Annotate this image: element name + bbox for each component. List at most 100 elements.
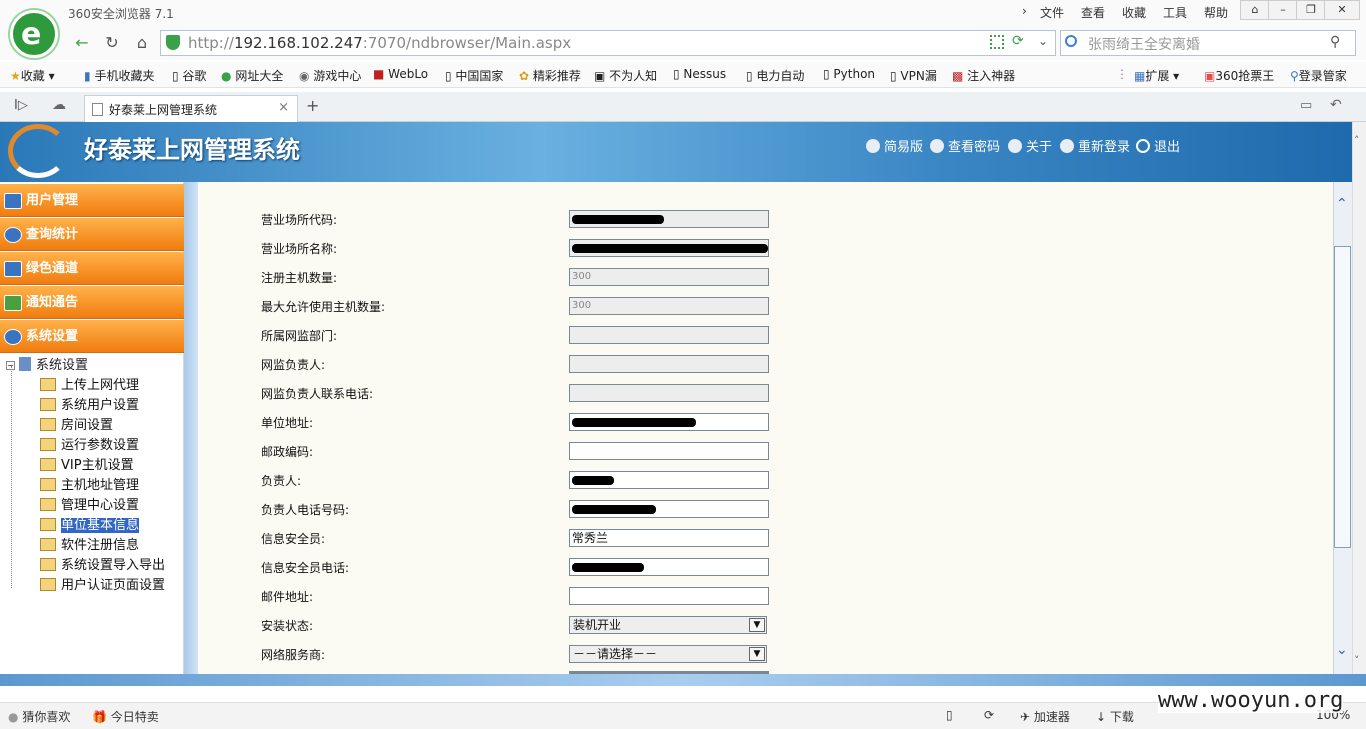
menu-file[interactable]: 文件 [1040, 4, 1064, 21]
page-scrollbar[interactable] [1352, 122, 1366, 674]
chevron-right-icon[interactable]: › [1022, 4, 1027, 18]
home-icon[interactable]: ⌂ [130, 32, 154, 54]
bookmark-more[interactable]: ⋮ [1116, 67, 1128, 81]
accelerator-button[interactable]: ✈ 加速器 [1020, 708, 1070, 725]
page-scroll-down-icon[interactable]: ˅ [1354, 654, 1360, 667]
search-text[interactable]: 张雨绮王全安离婚 [1088, 34, 1200, 54]
nav-user-management[interactable]: 用户管理 [0, 184, 184, 217]
bookmark-power[interactable]: ▯ 电力自动 [746, 67, 804, 84]
bookmark-vpn[interactable]: ▯ VPN漏 [890, 67, 937, 84]
bookmark-favorites[interactable]: ★收藏 ▾ [10, 67, 55, 84]
bookmark-china[interactable]: ▯ 中国国家 [445, 67, 503, 84]
sync-icon[interactable]: ⟳ [984, 708, 994, 722]
bookmark-hao[interactable]: ● 网址大全 [221, 67, 283, 84]
menu-favorites[interactable]: 收藏 [1122, 4, 1146, 21]
skin-button[interactable]: ⌂ [1240, 0, 1270, 20]
chevron-down-icon[interactable]: ▼ [749, 618, 765, 632]
nav-notices[interactable]: 通知通告 [0, 286, 184, 319]
tree-item-mgmt-center[interactable]: 管理中心设置 [40, 496, 139, 516]
bookmark-inject[interactable]: ▩ 注入神器 [952, 67, 1015, 84]
chevron-down-icon[interactable]: ⌄ [1038, 34, 1048, 48]
collapse-icon[interactable]: − [6, 361, 15, 370]
ticket-button[interactable]: ▣360抢票王 [1204, 67, 1274, 84]
url-text[interactable]: http://192.168.102.247:7070/ndbrowser/Ma… [188, 34, 571, 52]
refresh-icon[interactable]: ↻ [100, 32, 124, 54]
guess-you-like-link[interactable]: ● 猜你喜欢 [8, 708, 70, 725]
about-link[interactable]: 关于 [1008, 136, 1052, 155]
menu-help[interactable]: 帮助 [1204, 4, 1228, 21]
tree-item-host-address[interactable]: 主机地址管理 [40, 476, 139, 496]
folder-icon [40, 438, 56, 451]
splitter[interactable] [184, 182, 198, 674]
speed-mode-icon[interactable]: ⟳ [1012, 33, 1024, 49]
mobile-icon[interactable]: ▯ [946, 708, 953, 722]
relogin-link[interactable]: 重新登录 [1060, 136, 1130, 155]
extensions-button[interactable]: ▦扩展 ▾ [1134, 67, 1179, 84]
bookmark-python[interactable]: ▯ Python [823, 67, 875, 81]
scroll-up-icon[interactable]: ⌃ [1336, 196, 1348, 212]
tree-item-auth-page[interactable]: 用户认证页面设置 [40, 576, 165, 596]
tree-item-upload-proxy[interactable]: 上传上网代理 [40, 376, 139, 396]
close-button[interactable]: ✕ [1324, 0, 1360, 20]
page-scroll-up-icon[interactable]: ˄ [1354, 134, 1360, 147]
bookmark-mobile[interactable]: ▮ 手机收藏夹 [84, 67, 154, 84]
undo-icon[interactable]: ↶ [1330, 97, 1342, 113]
qrcode-icon[interactable] [990, 35, 1004, 49]
key-icon [930, 139, 944, 153]
download-button[interactable]: ↓ 下载 [1096, 708, 1134, 725]
view-password-link[interactable]: 查看密码 [930, 136, 1000, 155]
address-input[interactable] [569, 413, 769, 431]
isp-select[interactable]: －－请选择－－ ▼ [569, 645, 767, 663]
menu-tools[interactable]: 工具 [1163, 4, 1187, 21]
responsible-phone-input[interactable] [569, 500, 769, 518]
security-officer-input[interactable]: 常秀兰 [569, 529, 769, 547]
menu-view[interactable]: 查看 [1081, 4, 1105, 21]
label-max-hosts: 最大允许使用主机数量: [261, 300, 386, 314]
scrollbar-thumb[interactable] [1334, 246, 1351, 548]
tree-root[interactable]: − 系统设置 [6, 356, 88, 376]
nav-query-stats[interactable]: 查询统计 [0, 218, 184, 251]
install-status-select[interactable]: 装机开业 ▼ [569, 616, 767, 634]
tab-active[interactable]: 好泰莱上网管理系统 × [84, 95, 298, 122]
tree-item-vip-hosts[interactable]: VIP主机设置 [40, 456, 134, 476]
postcode-input[interactable] [569, 442, 769, 460]
tree-item-system-users[interactable]: 系统用户设置 [40, 396, 139, 416]
login-manager-button[interactable]: ⚲登录管家 [1290, 67, 1347, 84]
minimize-button[interactable]: – [1268, 0, 1298, 20]
new-tab-button[interactable]: + [306, 96, 319, 115]
maximize-button[interactable]: ❐ [1296, 0, 1326, 20]
back-icon[interactable]: ← [70, 32, 94, 54]
email-input[interactable] [569, 587, 769, 605]
security-officer-phone-input[interactable] [569, 558, 769, 576]
bookmark-google[interactable]: ▯ 谷歌 [172, 67, 206, 84]
tree-item-run-params[interactable]: 运行参数设置 [40, 436, 139, 456]
bookmark-unknown[interactable]: ▣ 不为人知 [594, 67, 657, 84]
folder-icon [40, 498, 56, 511]
bookmark-games[interactable]: ◉ 游戏中心 [299, 67, 361, 84]
simple-mode-link[interactable]: 简易版 [866, 136, 923, 155]
supervisor-phone-field [569, 384, 769, 402]
tree-item-import-export[interactable]: 系统设置导入导出 [40, 556, 165, 576]
tree-item-registration[interactable]: 软件注册信息 [40, 536, 139, 556]
bookmark-nessus[interactable]: ▯ Nessus [673, 67, 726, 81]
search-engine-icon[interactable] [1065, 35, 1077, 47]
tree-item-unit-info[interactable]: 单位基本信息 [40, 516, 140, 536]
tree-item-rooms[interactable]: 房间设置 [40, 416, 113, 436]
computer-icon [19, 357, 31, 371]
sidebar-toggle-icon[interactable]: I▷ [14, 98, 28, 113]
search-icon[interactable]: ⚲ [1330, 34, 1340, 50]
today-deals-link[interactable]: 🎁 今日特卖 [92, 708, 159, 725]
cloud-icon[interactable]: ☁ [52, 97, 66, 113]
nav-system-settings[interactable]: 系统设置 [0, 320, 184, 353]
responsible-input[interactable] [569, 471, 769, 489]
user-icon [1060, 139, 1074, 153]
logout-link[interactable]: 退出 [1136, 136, 1180, 155]
nav-green-channel[interactable]: 绿色通道 [0, 252, 184, 285]
scroll-down-icon[interactable]: ⌄ [1336, 642, 1348, 658]
bookmark-recommend[interactable]: ✿ 精彩推荐 [519, 67, 581, 84]
bookmark-weblo[interactable]: ■ WebLo [373, 67, 428, 81]
tab-close-icon[interactable]: × [278, 100, 289, 115]
label-venue-code: 营业场所代码: [261, 213, 338, 227]
restore-tab-icon[interactable]: ▭ [1300, 98, 1312, 113]
chevron-down-icon[interactable]: ▼ [749, 647, 765, 661]
